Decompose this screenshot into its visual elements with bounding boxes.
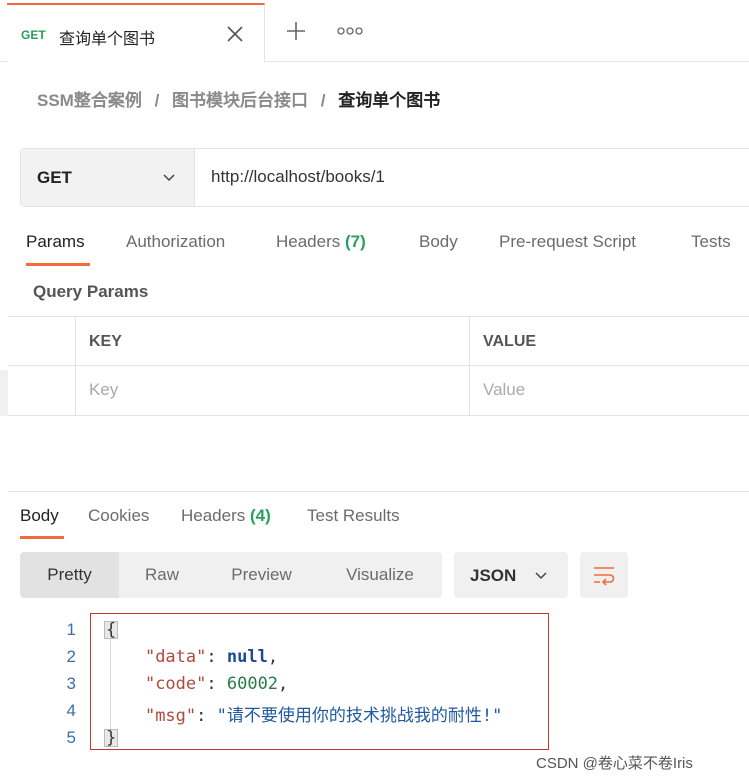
chevron-down-icon xyxy=(163,174,175,182)
tab-body[interactable]: Body xyxy=(419,232,458,252)
key-input[interactable]: Key xyxy=(89,380,118,400)
tab-tests[interactable]: Tests xyxy=(691,232,731,252)
chevron-down-icon xyxy=(535,572,547,580)
more-icon[interactable] xyxy=(334,24,366,38)
method-select[interactable]: GET xyxy=(21,149,195,206)
line-number: 3 xyxy=(66,674,76,693)
breadcrumb-current[interactable]: 查询单个图书 xyxy=(338,91,440,110)
active-tab-indicator xyxy=(20,536,64,539)
method-label: GET xyxy=(37,168,72,187)
tab-response-body[interactable]: Body xyxy=(20,506,59,526)
headers-count-badge: (7) xyxy=(345,232,366,251)
tab-cookies[interactable]: Cookies xyxy=(88,506,149,526)
response-tabs: Body Cookies Headers (4) Test Results xyxy=(0,500,749,545)
line-number: 2 xyxy=(66,647,76,666)
view-pretty-button[interactable]: Pretty xyxy=(20,552,119,598)
url-input[interactable]: http://localhost/books/1 xyxy=(211,167,385,187)
close-icon[interactable] xyxy=(225,24,245,44)
tab-pre-request-script[interactable]: Pre-request Script xyxy=(499,232,636,252)
active-tab-indicator xyxy=(26,263,90,266)
line-number: 1 xyxy=(66,620,76,639)
view-mode-group: Pretty Raw Preview Visualize xyxy=(20,552,442,598)
annotation-highlight-box xyxy=(90,613,549,750)
tab-headers[interactable]: Headers (7) xyxy=(276,232,366,252)
request-tab[interactable]: GET 查询单个图书 xyxy=(7,3,265,62)
breadcrumb: SSM整合案例 / 图书模块后台接口 / 查询单个图书 xyxy=(37,86,440,111)
breadcrumb-separator: / xyxy=(320,91,326,110)
sidebar-edge xyxy=(0,370,8,416)
tab-test-results[interactable]: Test Results xyxy=(307,506,400,526)
table-divider xyxy=(469,317,470,416)
breadcrumb-item-collection[interactable]: SSM整合案例 xyxy=(37,91,142,110)
tab-params[interactable]: Params xyxy=(26,232,85,252)
tab-title: 查询单个图书 xyxy=(59,31,156,48)
line-number: 4 xyxy=(66,701,76,720)
view-preview-button[interactable]: Preview xyxy=(205,552,318,598)
response-headers-count-badge: (4) xyxy=(250,506,271,525)
format-select[interactable]: JSON xyxy=(454,552,568,598)
breadcrumb-item-folder[interactable]: 图书模块后台接口 xyxy=(172,91,308,110)
view-raw-button[interactable]: Raw xyxy=(119,552,205,598)
value-column-header: VALUE xyxy=(483,333,537,350)
breadcrumb-separator: / xyxy=(154,91,160,110)
tab-response-headers[interactable]: Headers (4) xyxy=(181,506,271,526)
pane-divider[interactable] xyxy=(8,491,749,492)
query-params-title: Query Params xyxy=(33,282,149,301)
value-input[interactable]: Value xyxy=(483,380,525,400)
wrap-lines-button[interactable] xyxy=(580,552,628,598)
url-bar: GET http://localhost/books/1 xyxy=(20,148,749,207)
view-visualize-button[interactable]: Visualize xyxy=(318,552,442,598)
wrap-lines-icon xyxy=(594,567,615,586)
query-params-table: KEY VALUE Key Value xyxy=(8,316,749,416)
watermark: CSDN @卷心菜不卷Iris xyxy=(536,755,693,772)
tab-authorization[interactable]: Authorization xyxy=(126,232,225,252)
line-number: 5 xyxy=(66,728,76,747)
tab-bar: GET 查询单个图书 xyxy=(0,0,749,62)
plus-icon[interactable] xyxy=(284,19,308,43)
format-label: JSON xyxy=(470,566,517,585)
table-divider xyxy=(75,317,76,416)
request-tabs: Params Authorization Headers (7) Body Pr… xyxy=(0,226,749,271)
key-column-header: KEY xyxy=(89,333,122,350)
tab-method-badge: GET xyxy=(21,28,46,42)
